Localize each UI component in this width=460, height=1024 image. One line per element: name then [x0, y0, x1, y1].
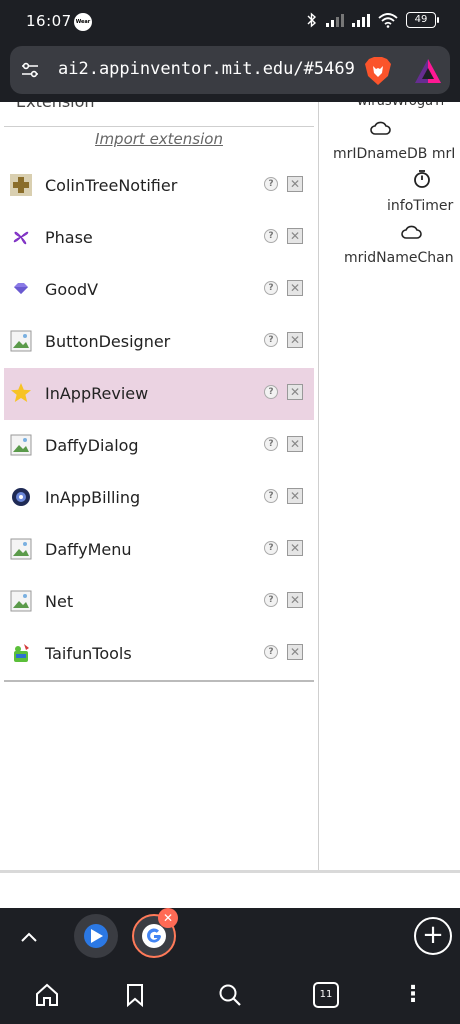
- help-icon[interactable]: ?: [264, 437, 278, 451]
- tab-switcher-bar: ✕ +: [0, 908, 460, 966]
- signal-icon-2: [352, 13, 370, 27]
- image-placeholder-icon: [10, 590, 32, 612]
- status-time: 16:07: [26, 12, 72, 30]
- components-panel: wirusWrogaTi mrIDnameDB mrI infoTimer mr…: [319, 102, 460, 870]
- extension-name: ButtonDesigner: [45, 332, 171, 351]
- gem-icon: [14, 283, 28, 294]
- extension-item-inappbilling[interactable]: InAppBilling ? ✕: [4, 472, 314, 524]
- extension-item-inappreview[interactable]: InAppReview ? ✕: [4, 368, 314, 420]
- puzzle-icon: [10, 174, 32, 196]
- extension-name: Phase: [45, 228, 93, 247]
- app-tab-icon: [84, 924, 108, 948]
- help-icon[interactable]: ?: [264, 281, 278, 295]
- tabs-count-icon[interactable]: 11: [313, 982, 339, 1008]
- help-icon[interactable]: ?: [264, 593, 278, 607]
- component-label[interactable]: mridNameChan: [344, 250, 454, 266]
- brave-rewards-icon[interactable]: [414, 58, 442, 84]
- delete-icon[interactable]: ✕: [287, 228, 303, 244]
- extension-name: Net: [45, 592, 74, 611]
- extension-name: GoodV: [45, 280, 99, 299]
- delete-icon[interactable]: ✕: [287, 488, 303, 504]
- extension-name: ColinTreeNotifier: [45, 176, 178, 195]
- image-placeholder-icon: [10, 330, 32, 352]
- extension-name: DaffyMenu: [45, 540, 132, 559]
- browser-bottom-nav: 11 ⋮: [0, 966, 460, 1024]
- browser-toolbar: ai2.appinventor.mit.edu/#5469441: [0, 44, 460, 102]
- extension-name: TaifunTools: [45, 644, 132, 663]
- extension-item-daffydialog[interactable]: DaffyDialog ? ✕: [4, 420, 314, 472]
- component-label[interactable]: infoTimer: [387, 198, 453, 214]
- cloud-icon[interactable]: [369, 120, 391, 136]
- tab-thumbnail[interactable]: [74, 914, 118, 958]
- extension-name: DaffyDialog: [45, 436, 139, 455]
- extension-item-buttondesigner[interactable]: ButtonDesigner ? ✕: [4, 316, 314, 368]
- image-placeholder-icon: [10, 434, 32, 456]
- status-bar: 16:07 Wear 49: [0, 0, 460, 44]
- help-icon[interactable]: ?: [264, 177, 278, 191]
- site-settings-icon[interactable]: [20, 60, 40, 80]
- help-icon[interactable]: ?: [264, 229, 278, 243]
- new-tab-button[interactable]: +: [414, 917, 452, 955]
- chevron-up-icon[interactable]: [18, 926, 40, 948]
- bookmark-icon[interactable]: [122, 982, 148, 1008]
- menu-icon[interactable]: ⋮: [400, 982, 426, 1008]
- extension-item-daffymenu[interactable]: DaffyMenu ? ✕: [4, 524, 314, 576]
- help-icon[interactable]: ?: [264, 645, 278, 659]
- timer-icon[interactable]: [412, 169, 432, 189]
- signal-icon: [326, 13, 344, 27]
- extension-item-taifuntools[interactable]: TaifunTools ? ✕: [4, 628, 314, 680]
- android-tools-icon: [14, 644, 29, 662]
- component-label[interactable]: wirusWrogaTi: [357, 102, 444, 109]
- delete-icon[interactable]: ✕: [287, 644, 303, 660]
- status-icons: 49: [306, 12, 439, 28]
- component-label[interactable]: mrIDnameDB mrI: [333, 146, 455, 162]
- extension-item-goodv[interactable]: GoodV ? ✕: [4, 264, 314, 316]
- extension-name: InAppReview: [45, 384, 149, 403]
- delete-icon[interactable]: ✕: [287, 332, 303, 348]
- delete-icon[interactable]: ✕: [287, 540, 303, 556]
- page-bottom-area: [0, 870, 460, 908]
- help-icon[interactable]: ?: [264, 385, 278, 399]
- billing-icon: [12, 488, 30, 506]
- import-extension-link[interactable]: Import extension: [4, 130, 314, 148]
- url-text[interactable]: ai2.appinventor.mit.edu/#5469441: [58, 59, 354, 79]
- extension-item-net[interactable]: Net ? ✕: [4, 576, 314, 628]
- address-bar[interactable]: ai2.appinventor.mit.edu/#5469441: [10, 46, 450, 94]
- phase-icon: [13, 231, 29, 245]
- star-icon: [11, 383, 31, 402]
- extension-list: ColinTreeNotifier ? ✕ Phase ? ✕ GoodV ? …: [4, 160, 314, 680]
- help-icon[interactable]: ?: [264, 489, 278, 503]
- battery-icon: 49: [406, 12, 439, 28]
- help-icon[interactable]: ?: [264, 333, 278, 347]
- bluetooth-icon: [307, 12, 317, 28]
- wifi-icon: [378, 13, 398, 28]
- extension-header: Extension: [16, 102, 95, 111]
- help-icon[interactable]: ?: [264, 541, 278, 555]
- app-inventor-content: Extension Import extension ColinTreeNoti…: [0, 102, 460, 870]
- palette-panel: Extension Import extension ColinTreeNoti…: [4, 102, 316, 870]
- delete-icon[interactable]: ✕: [287, 592, 303, 608]
- search-icon[interactable]: [217, 982, 243, 1008]
- extension-item-phase[interactable]: Phase ? ✕: [4, 212, 314, 264]
- extension-name: InAppBilling: [45, 488, 141, 507]
- divider: [4, 126, 314, 127]
- brave-shields-icon[interactable]: [364, 56, 392, 86]
- image-placeholder-icon: [10, 538, 32, 560]
- delete-icon[interactable]: ✕: [287, 384, 303, 400]
- home-icon[interactable]: [34, 982, 60, 1008]
- divider: [4, 680, 314, 682]
- delete-icon[interactable]: ✕: [287, 436, 303, 452]
- wear-badge: Wear: [74, 13, 92, 31]
- extension-item-colintreenotifier[interactable]: ColinTreeNotifier ? ✕: [4, 160, 314, 212]
- close-tab-icon[interactable]: ✕: [158, 908, 178, 928]
- cloud-icon[interactable]: [400, 224, 422, 240]
- delete-icon[interactable]: ✕: [287, 176, 303, 192]
- delete-icon[interactable]: ✕: [287, 280, 303, 296]
